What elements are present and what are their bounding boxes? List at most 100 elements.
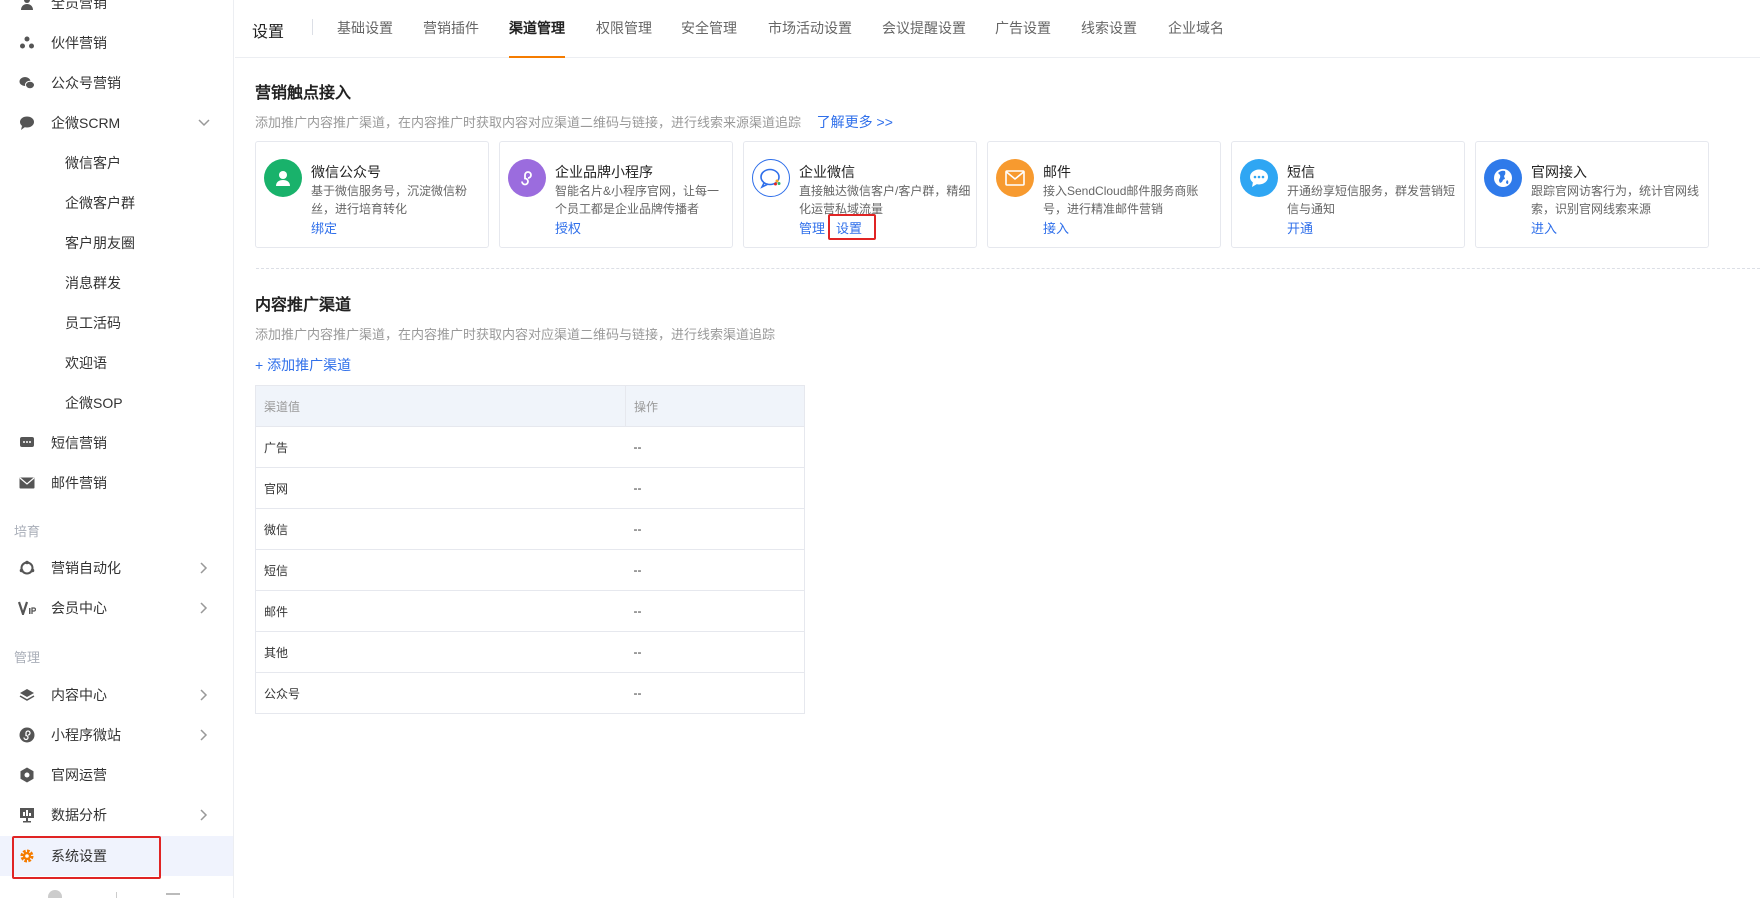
nav-item-sms-marketing[interactable]: 短信营销	[0, 423, 233, 463]
nav-item-label: 员工活码	[65, 315, 121, 331]
channel-name: 其他	[255, 631, 626, 673]
section-title-nurture: 培育	[14, 524, 41, 539]
enter-link[interactable]: 进入	[1531, 218, 1557, 237]
tab-security-management[interactable]: 安全管理	[681, 18, 737, 58]
nav-item-welcome-message[interactable]: 欢迎语	[0, 343, 233, 383]
nav-item-member-center[interactable]: 会员中心	[0, 588, 233, 628]
nav-item-staff-live-code[interactable]: 员工活码	[0, 303, 233, 343]
chart-icon	[18, 806, 36, 824]
footer-menu-icon[interactable]	[166, 893, 180, 895]
nav-item-mass-messaging[interactable]: 消息群发	[0, 263, 233, 303]
card-desc: 开通纷享短信服务，群发营销短信与通知	[1287, 184, 1456, 216]
tab-market-activity-settings[interactable]: 市场活动设置	[768, 18, 852, 58]
tab-lead-settings[interactable]: 线索设置	[1081, 18, 1137, 58]
sidebar: 全员营销 伙伴营销 公众号营销 企微SCRM 微信客户 企微客户群 客户朋友圈 …	[0, 0, 234, 898]
channel-op: --	[625, 631, 805, 673]
tab-channel-management[interactable]: 渠道管理	[509, 18, 565, 58]
tab-permission-management[interactable]: 权限管理	[596, 18, 652, 58]
card-email: 邮件 接入SendCloud邮件服务商账号，进行精准邮件营销 接入	[987, 141, 1221, 248]
channel-name: 微信	[255, 508, 626, 550]
touchpoints-section-title: 营销触点接入	[255, 85, 352, 102]
touchpoints-desc-text: 添加推广内容推广渠道，在内容推广时获取内容对应渠道二维码与链接，进行线索来源渠道…	[255, 115, 802, 130]
table-row: 邮件 --	[255, 590, 805, 632]
nav-item-website-operations[interactable]: 官网运营	[0, 755, 233, 795]
card-title: 官网接入	[1531, 164, 1587, 180]
channel-op: --	[625, 426, 805, 468]
miniprogram-icon	[18, 726, 36, 744]
channel-name: 邮件	[255, 590, 626, 632]
automation-icon	[18, 559, 36, 577]
channel-op: --	[625, 508, 805, 550]
hexagon-icon	[18, 766, 36, 784]
column-header: 操作	[625, 385, 805, 427]
connect-link[interactable]: 接入	[1043, 218, 1069, 237]
nav-item-email-marketing[interactable]: 邮件营销	[0, 463, 233, 503]
nav-item-wecom-sop[interactable]: 企微SOP	[0, 383, 233, 423]
table-row: 公众号 --	[255, 672, 805, 714]
nav-item-content-center[interactable]: 内容中心	[0, 675, 233, 715]
tab-ad-settings[interactable]: 广告设置	[995, 18, 1051, 58]
gear-icon	[18, 847, 36, 865]
top-tab-bar: 设置 基础设置 营销插件 渠道管理 权限管理 安全管理 市场活动设置 会议提醒设…	[235, 0, 1760, 58]
channel-name: 短信	[255, 549, 626, 591]
card-title: 邮件	[1043, 164, 1071, 180]
nav-item-customer-moments[interactable]: 客户朋友圈	[0, 223, 233, 263]
nav-item-data-analysis[interactable]: 数据分析	[0, 795, 233, 835]
mail-icon	[18, 474, 36, 492]
card-title: 微信公众号	[311, 164, 381, 180]
nav-item-label: 短信营销	[51, 435, 107, 451]
vip-icon	[18, 599, 36, 617]
bind-link[interactable]: 绑定	[311, 218, 337, 237]
nav-item-wecom-customer-groups[interactable]: 企微客户群	[0, 183, 233, 223]
add-channel-button[interactable]: + 添加推广渠道	[255, 355, 351, 375]
table-row: 官网 --	[255, 467, 805, 509]
nav-item-label: 邮件营销	[51, 475, 107, 491]
tab-marketing-plugins[interactable]: 营销插件	[423, 18, 479, 58]
chevron-right-icon	[198, 689, 210, 701]
nav-item-label: 客户朋友圈	[65, 235, 135, 251]
wecom-icon	[752, 159, 790, 197]
settings-link[interactable]: 设置	[836, 218, 862, 237]
chevron-right-icon	[198, 562, 210, 574]
section-divider	[256, 268, 1760, 269]
nav-item-official-account-marketing[interactable]: 公众号营销	[0, 63, 233, 103]
miniprogram-icon	[508, 159, 546, 197]
nav-item-label: 伙伴营销	[51, 35, 107, 51]
learn-more-link[interactable]: 了解更多 >>	[817, 114, 893, 130]
card-wechat-official-account: 微信公众号 基于微信服务号，沉淀微信粉丝，进行培育转化 绑定	[255, 141, 489, 248]
tab-meeting-reminder-settings[interactable]: 会议提醒设置	[882, 18, 966, 58]
channel-name: 广告	[255, 426, 626, 468]
channels-section-title: 内容推广渠道	[255, 297, 352, 314]
nav-item-wechat-customers[interactable]: 微信客户	[0, 143, 233, 183]
chevron-right-icon	[198, 602, 210, 614]
column-header: 渠道值	[255, 385, 626, 427]
nav-item-partner-marketing[interactable]: 伙伴营销	[0, 23, 233, 63]
chevron-right-icon	[198, 729, 210, 741]
nav-item-label: 全员营销	[51, 0, 107, 11]
nav-item-mini-program-site[interactable]: 小程序微站	[0, 715, 233, 755]
nav-item-label: 官网运营	[51, 767, 107, 783]
partners-icon	[18, 34, 36, 52]
footer-avatar-icon[interactable]	[48, 890, 62, 898]
footer-divider	[116, 892, 117, 898]
wechat-icon	[18, 74, 36, 92]
table-row: 其他 --	[255, 631, 805, 673]
nav-item-label: 企微SCRM	[51, 115, 121, 131]
table-header-row: 渠道值 操作	[255, 385, 805, 427]
channels-table: 渠道值 操作 广告 -- 官网 -- 微信 -- 短信 -- 邮件 -- 其他 …	[255, 385, 805, 714]
nav-item-all-staff-marketing[interactable]: 全员营销	[0, 0, 233, 23]
activate-link[interactable]: 开通	[1287, 218, 1313, 237]
tab-basic-settings[interactable]: 基础设置	[337, 18, 393, 58]
nav-item-wecom-scrm[interactable]: 企微SCRM	[0, 103, 233, 143]
channels-section-desc: 添加推广内容推广渠道，在内容推广时获取内容对应渠道二维码与链接，进行线索渠道追踪	[255, 327, 776, 342]
card-wecom: 企业微信 直接触达微信客户/客户群，精细化运营私域流量 管理 设置	[743, 141, 977, 248]
manage-link[interactable]: 管理	[799, 218, 825, 237]
authorize-link[interactable]: 授权	[555, 218, 581, 237]
nav-item-marketing-automation[interactable]: 营销自动化	[0, 548, 233, 588]
person-icon	[18, 0, 36, 12]
nav-item-system-settings[interactable]: 系统设置	[0, 836, 233, 876]
channel-op: --	[625, 672, 805, 714]
tab-enterprise-domain[interactable]: 企业域名	[1168, 18, 1224, 58]
nav-item-label: 企微客户群	[65, 195, 135, 211]
chat-bubble-icon	[18, 114, 36, 132]
